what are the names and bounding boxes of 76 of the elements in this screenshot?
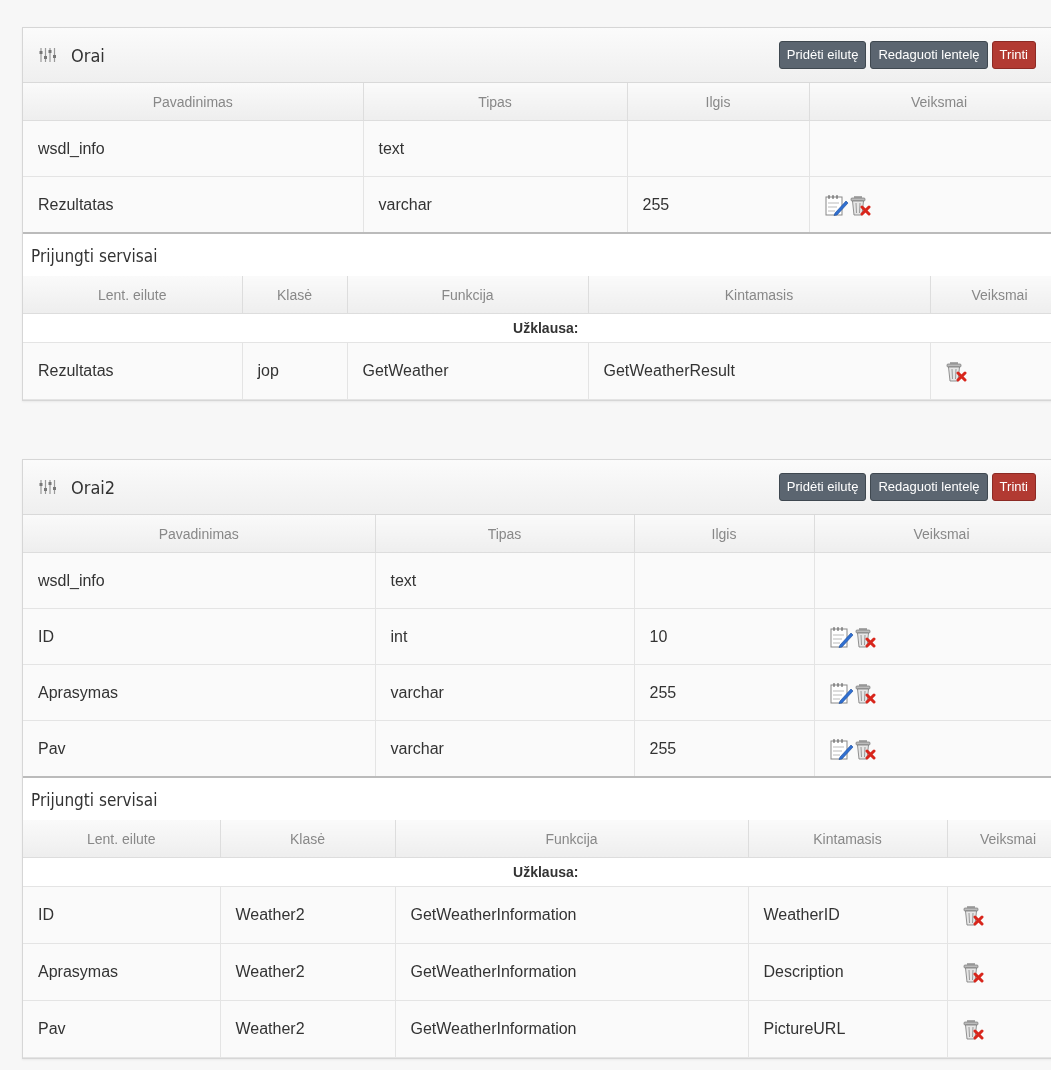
table-action-button[interactable]: Redaguoti lentelę <box>870 41 988 69</box>
notepad-pencil-icon[interactable] <box>824 193 849 216</box>
table-cell: varchar <box>390 683 444 701</box>
column-header: Kintamasis <box>813 830 882 847</box>
table-cell: Description <box>763 963 844 980</box>
table-action-button[interactable]: Pridėti eilutę <box>778 473 867 501</box>
table-cell: Rezultatas <box>38 195 114 213</box>
trash-icon[interactable] <box>962 904 985 926</box>
column-header: Ilgis <box>711 525 737 542</box>
table-cell: Pav <box>38 1020 66 1037</box>
column-header: Funkcija <box>545 830 598 847</box>
table-action-button[interactable]: Pridėti eilutę <box>778 41 867 69</box>
sliders-icon <box>39 47 57 63</box>
trash-icon[interactable] <box>849 193 872 216</box>
column-header: Veiksmai <box>980 830 1036 847</box>
notepad-pencil-icon[interactable] <box>829 737 854 760</box>
column-header: Tipas <box>478 93 512 110</box>
section-title: Prijungti servisai <box>30 245 159 268</box>
column-header: Lent. eilute <box>98 286 167 303</box>
delete-table-button[interactable]: Trinti <box>991 473 1036 501</box>
trash-icon[interactable] <box>962 1018 985 1040</box>
table-title: Orai2 <box>71 476 116 498</box>
column-header: Tipas <box>487 525 522 542</box>
table-cell: Weather2 <box>235 906 305 923</box>
table-cell: GetWeatherInformation <box>410 963 577 980</box>
column-header: Veiksmai <box>911 93 967 110</box>
table-cell: WeatherID <box>763 906 840 923</box>
table-cell: PictureURL <box>763 1020 846 1037</box>
trash-icon[interactable] <box>945 360 968 382</box>
table-cell: Aprasymas <box>38 963 119 980</box>
column-header: Veiksmai <box>971 286 1028 303</box>
notepad-pencil-icon[interactable] <box>829 625 854 648</box>
column-header: Lent. eilute <box>87 830 156 847</box>
table-cell: ID <box>38 627 54 645</box>
section-title: Prijungti servisai <box>30 789 159 812</box>
column-header: Klasė <box>290 830 325 847</box>
table-cell: Aprasymas <box>38 683 119 701</box>
table-cell: Pav <box>38 739 66 757</box>
table-cell: wsdl_info <box>38 139 105 157</box>
table-cell: text <box>390 571 417 589</box>
table-cell: 255 <box>649 739 677 757</box>
sliders-icon <box>39 479 57 495</box>
table-cell: wsdl_info <box>38 571 105 589</box>
table-cell: 10 <box>649 627 668 645</box>
table-cell: jop <box>257 362 279 379</box>
table-cell: Rezultatas <box>38 362 114 379</box>
notepad-pencil-icon[interactable] <box>829 681 854 704</box>
column-header: Kintamasis <box>724 286 794 303</box>
column-header: Pavadinimas <box>158 525 239 542</box>
group-label: Užklausa: <box>513 864 579 880</box>
trash-icon[interactable] <box>854 681 877 704</box>
table-cell: varchar <box>378 195 432 213</box>
trash-icon[interactable] <box>962 961 985 983</box>
table-cell: GetWeatherInformation <box>410 1020 577 1037</box>
table-cell: GetWeatherInformation <box>410 906 577 923</box>
trash-icon[interactable] <box>854 625 877 648</box>
table-cell: varchar <box>390 739 444 757</box>
delete-table-button[interactable]: Trinti <box>991 41 1036 69</box>
column-header: Ilgis <box>705 93 731 110</box>
table-cell: 255 <box>642 195 670 213</box>
column-header: Veiksmai <box>913 525 970 542</box>
column-header: Funkcija <box>441 286 494 303</box>
table-cell: Weather2 <box>235 963 305 980</box>
table-cell: GetWeather <box>362 362 449 379</box>
table-action-button[interactable]: Redaguoti lentelę <box>870 473 988 501</box>
table-cell: 255 <box>649 683 677 701</box>
table-cell: int <box>390 627 408 645</box>
table-cell: Weather2 <box>235 1020 305 1037</box>
group-label: Užklausa: <box>513 320 579 336</box>
column-header: Pavadinimas <box>152 93 233 110</box>
table-cell: ID <box>38 906 54 923</box>
table-title: Orai <box>71 44 105 66</box>
table-cell: GetWeatherResult <box>603 362 735 379</box>
table-cell: text <box>378 139 405 157</box>
column-header: Klasė <box>277 286 312 303</box>
trash-icon[interactable] <box>854 737 877 760</box>
